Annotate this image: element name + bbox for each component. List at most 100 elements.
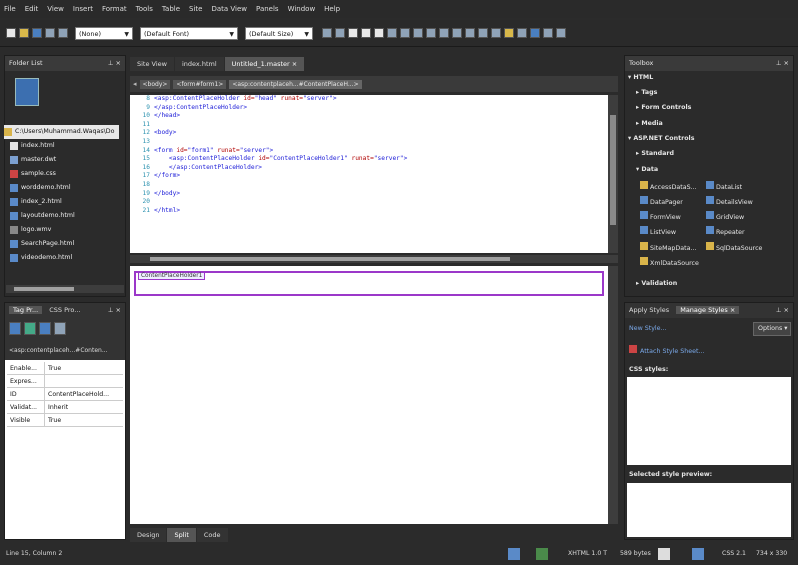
code-line[interactable]: 9 </asp:ContentPlaceHolder> xyxy=(130,104,608,113)
size-select[interactable]: (Default Size) ▼ xyxy=(245,26,313,40)
toolbox-group-form-controls[interactable]: ▸ Form Controls xyxy=(636,104,691,111)
doctype-indicator[interactable]: XHTML 1.0 T xyxy=(568,550,607,557)
tab-tag-properties[interactable]: Tag Pr... xyxy=(9,306,43,314)
save-icon[interactable] xyxy=(32,28,42,38)
file-videodemo[interactable]: videodemo.html xyxy=(4,251,119,265)
style-select[interactable]: (None) ▼ xyxy=(75,26,133,40)
tab-css-properties[interactable]: CSS Pro... xyxy=(45,306,85,314)
layer-icon[interactable] xyxy=(556,28,566,38)
property-row[interactable]: Enable... True xyxy=(7,362,123,375)
categorized-icon[interactable] xyxy=(9,322,21,335)
new-style-link[interactable]: New Style... xyxy=(629,325,667,332)
property-row[interactable]: Visible True xyxy=(7,414,123,427)
property-row[interactable]: ID ContentPlaceHold... xyxy=(7,388,123,401)
highlight-icon[interactable] xyxy=(504,28,514,38)
page-size-icon[interactable] xyxy=(692,548,704,560)
page-dimensions[interactable]: 734 x 330 xyxy=(756,550,787,557)
pin-close-icon[interactable]: ⊥ × xyxy=(776,303,789,318)
design-view[interactable]: ContentPlaceHolder1 xyxy=(130,266,608,524)
tab-code[interactable]: Code xyxy=(196,528,228,542)
menu-panels[interactable]: Panels xyxy=(256,5,279,13)
file-index2[interactable]: index_2.html xyxy=(4,195,119,209)
sort-az-icon[interactable] xyxy=(24,322,36,335)
borders-icon[interactable] xyxy=(491,28,501,38)
toolbox-xmldatasource[interactable]: XmlDataSource xyxy=(640,257,699,267)
code-hscrollbar[interactable] xyxy=(130,255,618,263)
file-index[interactable]: index.html xyxy=(4,139,119,153)
toolbox-detailsview[interactable]: DetailsView xyxy=(706,196,753,206)
undo-icon[interactable] xyxy=(322,28,332,38)
menu-tools[interactable]: Tools xyxy=(136,5,153,13)
indent-icon[interactable] xyxy=(478,28,488,38)
code-line[interactable]: 17 </form> xyxy=(130,172,608,181)
pin-close-icon[interactable]: ⊥ × xyxy=(108,56,121,71)
justify-icon[interactable] xyxy=(426,28,436,38)
events-icon[interactable] xyxy=(54,322,66,335)
menu-site[interactable]: Site xyxy=(189,5,202,13)
toolbox-repeater[interactable]: Repeater xyxy=(706,226,745,236)
toolbox-aspnet-header[interactable]: ▾ ASP.NET Controls xyxy=(628,135,694,142)
toolbox-datapager[interactable]: DataPager xyxy=(640,196,683,206)
property-row[interactable]: Validat... Inherit xyxy=(7,401,123,414)
breadcrumb-placeholder[interactable]: <asp:contentplaceh...#ContentPlaceH...> xyxy=(229,79,362,89)
align-right-icon[interactable] xyxy=(413,28,423,38)
property-row[interactable]: Expres... xyxy=(7,375,123,388)
folder-list-scrollbar[interactable] xyxy=(6,285,124,293)
css-styles-list[interactable] xyxy=(627,377,791,465)
toolbox-sitemapdatasource[interactable]: SiteMapData... xyxy=(640,242,696,252)
publish-icon[interactable] xyxy=(45,28,55,38)
code-line[interactable]: 11 xyxy=(130,121,608,130)
picture-icon[interactable] xyxy=(543,28,553,38)
numbered-list-icon[interactable] xyxy=(439,28,449,38)
code-line[interactable]: 18 xyxy=(130,181,608,190)
preview-icon[interactable] xyxy=(58,28,68,38)
toolbox-group-tags[interactable]: ▸ Tags xyxy=(636,89,657,96)
root-folder[interactable]: C:\Users\Muhammad.Waqas\Do xyxy=(4,125,119,139)
content-placeholder-region[interactable]: ContentPlaceHolder1 xyxy=(134,271,604,296)
outdent-icon[interactable] xyxy=(465,28,475,38)
code-vscrollbar[interactable] xyxy=(608,95,618,253)
new-page-icon[interactable] xyxy=(6,28,16,38)
menu-table[interactable]: Table xyxy=(162,5,180,13)
code-line[interactable]: 20 xyxy=(130,198,608,207)
toolbox-datalist[interactable]: DataList xyxy=(706,181,742,191)
toolbox-group-standard[interactable]: ▸ Standard xyxy=(636,150,674,157)
tab-index-html[interactable]: index.html xyxy=(174,57,224,71)
breadcrumb-body[interactable]: <body> xyxy=(139,79,171,89)
font-select[interactable]: (Default Font) ▼ xyxy=(140,26,238,40)
code-line[interactable]: 12 <body> xyxy=(130,129,608,138)
bold-icon[interactable] xyxy=(348,28,358,38)
table-icon[interactable] xyxy=(530,28,540,38)
font-color-icon[interactable] xyxy=(517,28,527,38)
bullet-list-icon[interactable] xyxy=(452,28,462,38)
menu-file[interactable]: File xyxy=(4,5,16,13)
code-line[interactable]: 13 xyxy=(130,138,608,147)
code-line[interactable]: 10 </head> xyxy=(130,112,608,121)
file-layoutdemo[interactable]: layoutdemo.html xyxy=(4,209,119,223)
italic-icon[interactable] xyxy=(361,28,371,38)
style-app-icon[interactable] xyxy=(536,548,548,560)
file-sample-css[interactable]: sample.css xyxy=(4,167,119,181)
menu-edit[interactable]: Edit xyxy=(25,5,39,13)
code-line[interactable]: 21 </html> xyxy=(130,207,608,216)
pin-close-icon[interactable]: ⊥ × xyxy=(776,56,789,71)
toolbox-listview[interactable]: ListView xyxy=(640,226,676,236)
toolbox-group-media[interactable]: ▸ Media xyxy=(636,120,663,127)
code-line[interactable]: 16 </asp:ContentPlaceHolder> xyxy=(130,164,608,173)
tab-manage-styles[interactable]: Manage Styles × xyxy=(676,306,740,314)
toolbox-sqldatasource[interactable]: SqlDataSource xyxy=(706,242,762,252)
toolbox-accessdatasource[interactable]: AccessDataS... xyxy=(640,181,697,191)
css-version[interactable]: CSS 2.1 xyxy=(722,550,746,557)
tab-split[interactable]: Split xyxy=(167,528,196,542)
open-folder-icon[interactable] xyxy=(19,28,29,38)
code-line[interactable]: 15 <asp:ContentPlaceHolder id= "ContentPl… xyxy=(130,155,608,164)
tab-design[interactable]: Design xyxy=(130,528,167,542)
menu-format[interactable]: Format xyxy=(102,5,127,13)
file-searchpage[interactable]: SearchPage.html xyxy=(4,237,119,251)
pin-close-icon[interactable]: ⊥ × xyxy=(108,303,121,318)
options-button[interactable]: Options ▾ xyxy=(753,322,791,336)
code-editor[interactable]: 8 <asp:ContentPlaceHolder id= "head" runat… xyxy=(130,95,608,253)
file-master[interactable]: master.dwt xyxy=(4,153,119,167)
underline-icon[interactable] xyxy=(374,28,384,38)
toolbox-group-validation[interactable]: ▸ Validation xyxy=(636,280,677,287)
